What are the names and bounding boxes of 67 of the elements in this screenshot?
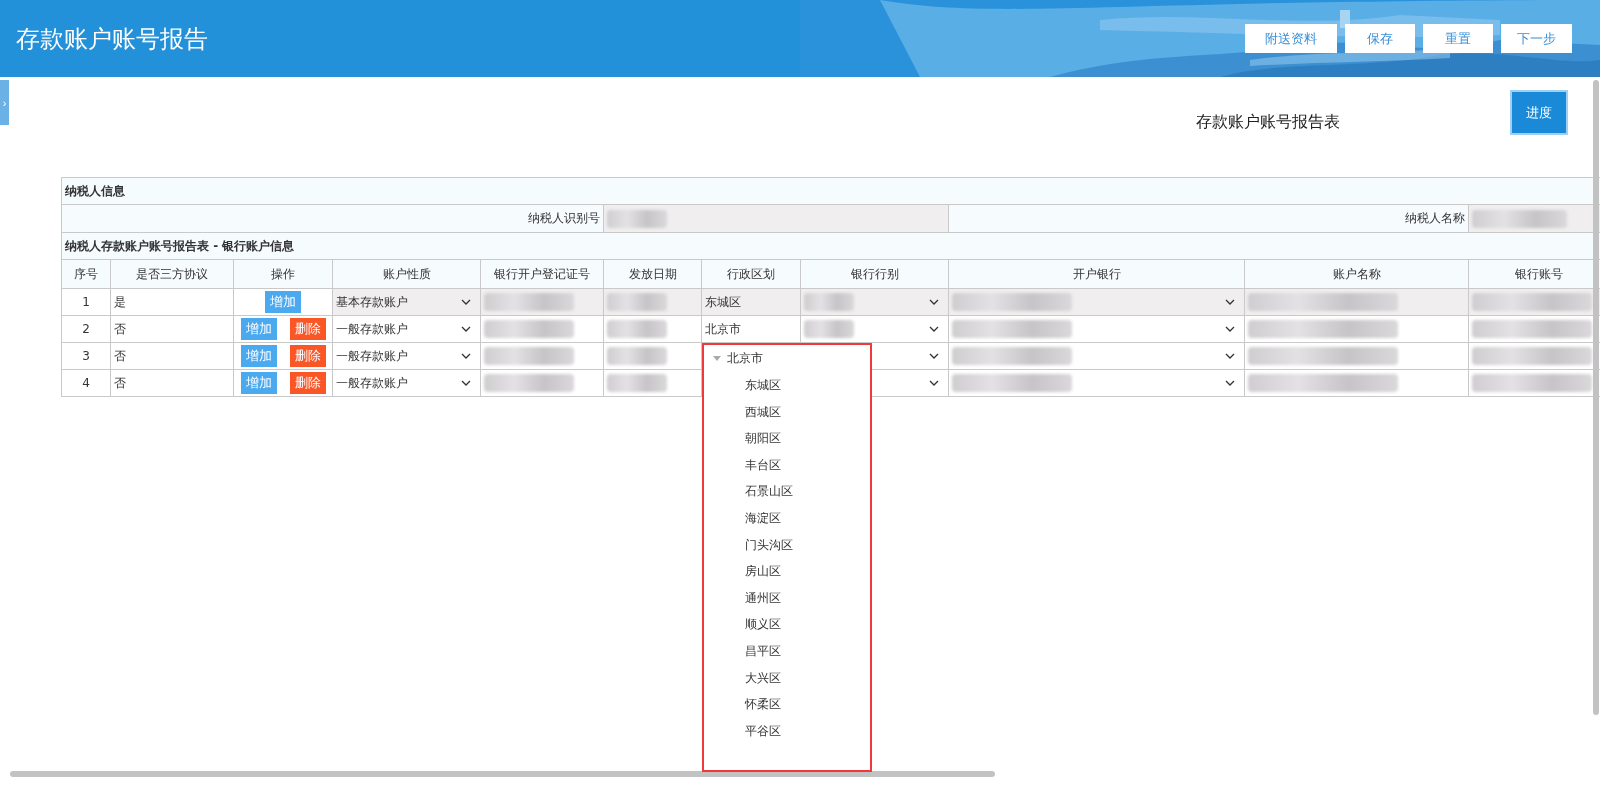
chevron-down-icon	[1225, 326, 1235, 332]
blurred-value	[607, 374, 667, 392]
blurred-value	[607, 347, 667, 365]
row-number: 2	[82, 322, 90, 336]
table-cell: 否	[114, 375, 126, 390]
toolbar-button[interactable]: 保存	[1345, 24, 1415, 53]
toolbar-button[interactable]: 下一步	[1501, 24, 1572, 53]
triangle-down-icon	[713, 355, 721, 362]
chevron-down-icon	[929, 299, 939, 305]
toolbar-button[interactable]: 附送资料	[1245, 24, 1337, 53]
table-cell: 是	[114, 294, 126, 309]
column-header: 银行账号	[1514, 266, 1563, 281]
select-field[interactable]: 东城区	[705, 294, 741, 309]
field-label: 纳税人名称	[1405, 211, 1465, 225]
row-number: 1	[82, 295, 90, 309]
table-cell: 否	[114, 321, 126, 336]
scrollbar[interactable]	[1593, 80, 1599, 715]
tree-item[interactable]: 西城区	[704, 398, 870, 426]
column-header: 序号	[74, 266, 98, 281]
section-heading: 纳税人存款账户账号报告表 - 银行账户信息	[65, 238, 295, 253]
chevron-down-icon	[461, 380, 471, 386]
tree-item[interactable]: 海淀区	[704, 504, 870, 532]
report-title: 存款账户账号报告表	[1196, 112, 1340, 133]
chevron-down-icon	[461, 326, 471, 332]
row-number: 4	[82, 376, 90, 390]
tree-item[interactable]: 北京市	[704, 345, 870, 372]
column-header: 操作	[271, 266, 295, 281]
progress-button[interactable]: 进度	[1510, 90, 1568, 135]
tree-item[interactable]: 东城区	[704, 372, 870, 399]
tree-item[interactable]: 怀柔区	[704, 691, 870, 718]
column-header: 账户性质	[382, 266, 431, 281]
chevron-down-icon	[929, 380, 939, 386]
tree-item[interactable]: 丰台区	[704, 451, 870, 479]
chevron-down-icon	[1225, 353, 1235, 359]
blurred-value	[607, 293, 667, 311]
chevron-down-icon	[461, 299, 471, 305]
select-field[interactable]: 北京市	[705, 321, 741, 336]
tree-item[interactable]: 门头沟区	[704, 531, 870, 559]
blurred-value	[607, 320, 667, 338]
tree-item[interactable]: 房山区	[704, 558, 870, 585]
chevron-down-icon	[461, 353, 471, 359]
column-header: 行政区划	[727, 266, 775, 281]
tree-item[interactable]: 石景山区	[704, 478, 870, 505]
chevron-down-icon	[929, 326, 939, 332]
column-header: 开户银行	[1072, 266, 1121, 281]
tree-item[interactable]: 朝阳区	[704, 425, 870, 452]
scrollbar[interactable]	[10, 771, 995, 777]
page-title: 存款账户账号报告	[15, 23, 208, 55]
column-header: 账户名称	[1332, 266, 1381, 281]
tree-item[interactable]: 昌平区	[704, 637, 870, 665]
chevron-down-icon	[929, 353, 939, 359]
table-cell: 否	[114, 348, 126, 363]
column-header: 银行开户登记证号	[494, 266, 590, 281]
tree-item[interactable]: 平谷区	[704, 717, 870, 745]
tree-item[interactable]: 通州区	[704, 584, 870, 612]
chevron-down-icon	[1225, 299, 1235, 305]
column-header: 发放日期	[628, 266, 677, 281]
row-number: 3	[82, 349, 90, 363]
field-label: 纳税人识别号	[528, 211, 600, 225]
column-header: 银行行别	[850, 266, 899, 281]
tree-item[interactable]: 大兴区	[704, 664, 870, 692]
column-header: 是否三方协议	[136, 266, 208, 281]
chevron-down-icon	[1225, 380, 1235, 386]
tree-item[interactable]: 顺义区	[704, 611, 870, 638]
section-heading: 纳税人信息	[65, 183, 125, 198]
blurred-value	[607, 209, 667, 228]
toolbar-button[interactable]: 重置	[1423, 24, 1493, 53]
